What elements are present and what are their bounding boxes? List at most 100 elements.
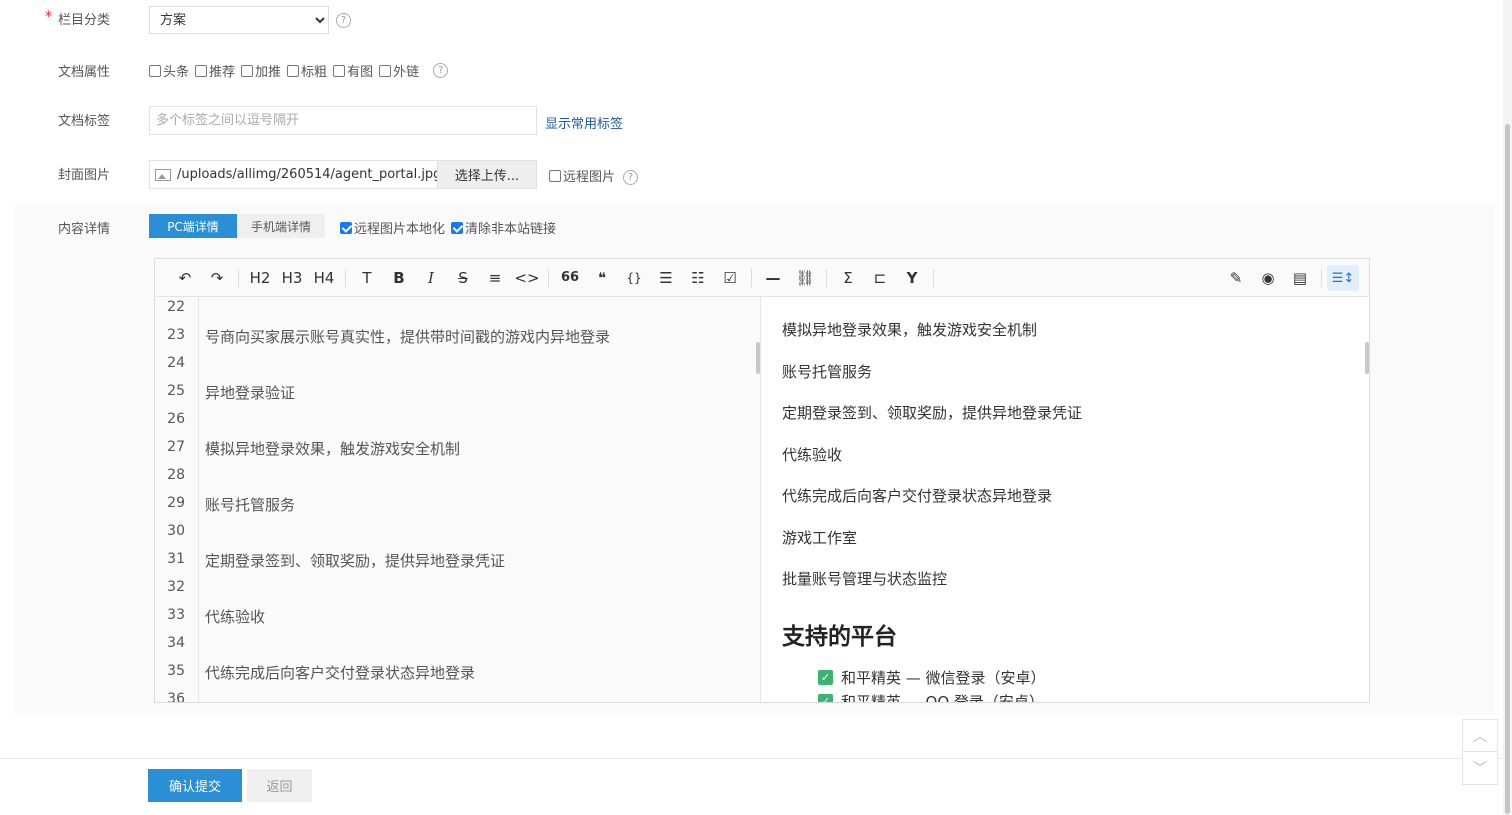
category-select[interactable]: 方案	[149, 6, 329, 34]
horizontal-rule-icon[interactable]: —	[757, 265, 789, 291]
checkbox-icon[interactable]	[287, 64, 300, 77]
line-number: 25	[167, 383, 185, 399]
source-scrollbar[interactable]	[756, 342, 760, 374]
localize-images-checkbox[interactable]: 远程图片本地化	[340, 218, 445, 237]
table-icon[interactable]: ⊏	[864, 265, 896, 291]
tags-input[interactable]	[149, 106, 537, 135]
attr-bold-checkbox[interactable]: 标粗	[287, 61, 327, 80]
checkbox-icon[interactable]	[379, 64, 392, 77]
h3-icon[interactable]: H3	[276, 265, 308, 291]
italic-icon[interactable]: I	[415, 265, 447, 291]
preview-paragraph: 定期登录签到、领取奖励，提供异地登录凭证	[782, 404, 1083, 422]
link-icon[interactable]: ⛓	[789, 265, 821, 291]
cover-help-icon[interactable]: ?	[623, 169, 639, 185]
checkbox-icon[interactable]	[549, 169, 561, 182]
upload-button[interactable]: 选择上传...	[437, 161, 536, 188]
source-line: 定期登录签到、领取奖励，提供异地登录凭证	[205, 552, 506, 570]
preview-paragraph: 游戏工作室	[782, 529, 858, 547]
content-label: 内容详情	[58, 222, 111, 237]
page: * 栏目分类 方案 ? 文档属性 头条 推荐 加推 标粗 有图 外链 ? 文档标…	[0, 0, 1512, 815]
editor-toolbar: ↶ ↷ H2 H3 H4 T B I S ≡ <> 66 ❝ {} ☰ ☷ ☑ …	[155, 259, 1369, 297]
ordered-list-icon[interactable]: ☷	[682, 265, 714, 291]
line-number: 27	[167, 439, 185, 455]
bold-icon[interactable]: B	[383, 265, 415, 291]
attributes-options: 头条 推荐 加推 标粗 有图 外链 ?	[149, 61, 449, 80]
scroll-down-icon[interactable]: ﹀	[1463, 752, 1497, 784]
line-number: 29	[167, 495, 185, 511]
line-number: 31	[167, 551, 185, 567]
line-number: 34	[167, 635, 185, 651]
attr-headline-checkbox[interactable]: 头条	[149, 61, 189, 80]
bullet-list-icon[interactable]: ☰	[650, 265, 682, 291]
highlight-icon[interactable]: ≡	[479, 265, 511, 291]
toolbar-divider	[238, 268, 239, 287]
preview-paragraph: 模拟异地登录效果，触发游戏安全机制	[782, 321, 1038, 339]
cover-path[interactable]: /uploads/allimg/260514/agent_portal.jpg	[177, 167, 437, 182]
back-button[interactable]: 返回	[247, 769, 312, 802]
preview-list-item: ✓ 和平精英 — 微信登录（安卓）	[818, 667, 1046, 688]
checkbox-checked-icon[interactable]	[451, 221, 464, 234]
preview-heading: 支持的平台	[782, 624, 897, 650]
attr-image-checkbox[interactable]: 有图	[333, 61, 373, 80]
clean-links-checkbox[interactable]: 清除非本站链接	[451, 218, 556, 237]
preview-paragraph: 账号托管服务	[782, 363, 873, 381]
quote-icon[interactable]: 66	[554, 265, 586, 291]
redo-icon[interactable]: ↷	[201, 265, 233, 291]
source-line: 异地登录验证	[205, 384, 296, 402]
toolbar-divider	[345, 268, 346, 287]
code-block-icon[interactable]: {}	[618, 265, 650, 291]
line-number: 30	[167, 523, 185, 539]
source-line: 号商向买家展示账号真实性，提供带时间戳的游戏内异地登录	[205, 328, 611, 346]
h2-icon[interactable]: H2	[244, 265, 276, 291]
preview-eye-icon[interactable]: ◉	[1252, 265, 1284, 291]
category-help-icon[interactable]: ?	[336, 13, 351, 28]
undo-icon[interactable]: ↶	[169, 265, 201, 291]
checklist-icon[interactable]: ☑	[714, 265, 746, 291]
toc-icon[interactable]: ▤	[1284, 265, 1316, 291]
strikethrough-icon[interactable]: S	[447, 265, 479, 291]
checkbox-checked-icon[interactable]	[340, 221, 352, 234]
preview-list-item: ✓ 和平精英 — QQ 登录（安卓）	[818, 691, 1044, 702]
attributes-label: 文档属性	[58, 65, 111, 80]
tab-pc-detail[interactable]: PC端详情	[149, 214, 237, 238]
attr-recommend-checkbox[interactable]: 推荐	[195, 61, 235, 80]
remote-image-checkbox[interactable]: 远程图片	[549, 166, 615, 185]
line-number: 23	[167, 327, 185, 343]
toolbar-divider	[933, 268, 934, 287]
sync-scroll-icon[interactable]: ☰↕	[1327, 265, 1359, 291]
comment-icon[interactable]: ❝	[586, 265, 618, 291]
checkbox-icon[interactable]	[195, 64, 208, 77]
tags-label: 文档标签	[58, 114, 111, 129]
toolbar-divider	[826, 268, 827, 287]
attr-external-checkbox[interactable]: 外链	[379, 61, 419, 80]
line-number: 35	[167, 663, 185, 679]
check-mark-icon: ✓	[818, 670, 833, 685]
checkbox-icon[interactable]	[333, 64, 346, 77]
show-common-tags-link[interactable]: 显示常用标签	[545, 113, 623, 132]
attr-push-checkbox[interactable]: 加推	[241, 61, 281, 80]
formula-icon[interactable]: Σ	[832, 265, 864, 291]
tab-mobile-detail[interactable]: 手机端详情	[237, 214, 325, 238]
scroll-up-icon[interactable]: ︿	[1463, 720, 1497, 752]
check-mark-icon: ✓	[818, 694, 833, 702]
source-pane[interactable]: 22 23 号商向买家展示账号真实性，提供带时间戳的游戏内异地登录 24 25 异地登录验…	[155, 297, 761, 702]
checkbox-icon[interactable]	[241, 64, 254, 77]
attributes-help-icon[interactable]: ?	[433, 63, 449, 78]
submit-button[interactable]: 确认提交	[148, 769, 242, 802]
mermaid-icon[interactable]: Y	[896, 265, 928, 291]
h4-icon[interactable]: H4	[308, 265, 340, 291]
toolbar-right: ✎ ◉ ▤ ☰↕	[1220, 265, 1359, 291]
edit-mode-icon[interactable]: ✎	[1220, 265, 1252, 291]
toolbar-divider	[548, 268, 549, 287]
scrollbar-thumb[interactable]	[1505, 124, 1510, 814]
inline-code-icon[interactable]: <>	[511, 265, 543, 291]
image-icon	[155, 168, 171, 181]
category-label: 栏目分类	[58, 13, 111, 28]
preview-scrollbar[interactable]	[1365, 342, 1369, 374]
page-scrollbar[interactable]	[1503, 0, 1512, 815]
footer-divider	[0, 758, 1512, 759]
line-number: 33	[167, 607, 185, 623]
content-options: 远程图片本地化 清除非本站链接	[340, 218, 562, 237]
text-icon[interactable]: T	[351, 265, 383, 291]
checkbox-icon[interactable]	[149, 64, 161, 77]
